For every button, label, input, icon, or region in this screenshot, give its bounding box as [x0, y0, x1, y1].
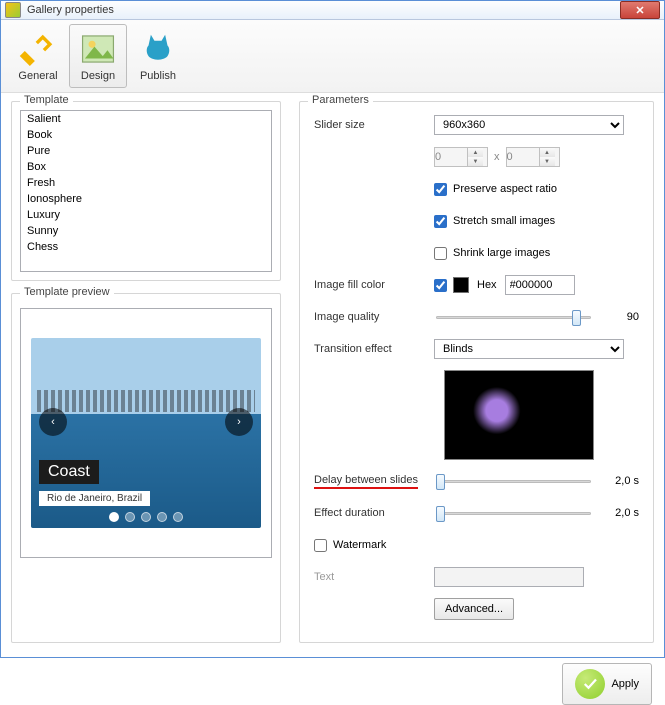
image-quality-slider[interactable] [434, 308, 593, 326]
preview-image: ‹ › Coast Rio de Janeiro, Brazil [31, 338, 261, 528]
tab-label: Design [81, 70, 115, 82]
fill-color-checkbox[interactable] [434, 279, 447, 292]
chevron-left-icon: ‹ [51, 416, 55, 428]
titlebar: Gallery properties ✕ [1, 1, 664, 20]
list-item[interactable]: Pure [21, 143, 271, 159]
tab-general[interactable]: General [9, 24, 67, 88]
image-quality-label: Image quality [314, 311, 434, 323]
template-listbox[interactable]: Salient Book Pure Box Fresh Ionosphere L… [20, 110, 272, 272]
hex-label: Hex [477, 279, 497, 291]
slider-thumb-icon[interactable] [436, 474, 445, 490]
wrench-icon [19, 30, 57, 68]
transition-effect-select[interactable]: Blinds [434, 339, 624, 359]
list-item[interactable]: Luxury [21, 207, 271, 223]
checkmark-icon [575, 669, 605, 699]
preview-group: Template preview ‹ › Coast Rio de Janeir… [11, 293, 281, 643]
template-preview: ‹ › Coast Rio de Janeiro, Brazil [20, 308, 272, 558]
close-icon: ✕ [635, 4, 644, 17]
chevron-up-icon[interactable]: ▲ [468, 148, 483, 157]
prev-arrow-button[interactable]: ‹ [39, 408, 67, 436]
height-input[interactable] [507, 148, 539, 166]
pager-dot[interactable] [157, 512, 167, 522]
pager-dot[interactable] [125, 512, 135, 522]
slider-size-select[interactable]: 960x360 [434, 115, 624, 135]
app-icon [5, 2, 21, 18]
transition-preview [444, 370, 594, 460]
watermark-label: Watermark [333, 539, 386, 551]
color-swatch[interactable] [453, 277, 469, 293]
apply-button[interactable]: Apply [562, 663, 652, 705]
list-item[interactable]: Book [21, 127, 271, 143]
duration-value: 2,0 s [605, 507, 639, 519]
transition-effect-label: Transition effect [314, 343, 434, 355]
chevron-down-icon[interactable]: ▼ [540, 157, 555, 166]
tab-publish[interactable]: Publish [129, 24, 187, 88]
image-quality-value: 90 [605, 311, 639, 323]
shrink-large-label: Shrink large images [453, 247, 550, 259]
chevron-up-icon[interactable]: ▲ [540, 148, 555, 157]
chevron-right-icon: › [237, 416, 241, 428]
window-title: Gallery properties [27, 4, 620, 16]
preview-caption: Coast [39, 460, 99, 484]
list-item[interactable]: Sunny [21, 223, 271, 239]
fill-color-label: Image fill color [314, 279, 434, 291]
pager-dot[interactable] [141, 512, 151, 522]
stretch-small-label: Stretch small images [453, 215, 555, 227]
chevron-down-icon[interactable]: ▼ [468, 157, 483, 166]
next-arrow-button[interactable]: › [225, 408, 253, 436]
slider-size-label: Slider size [314, 119, 434, 131]
preview-subcaption: Rio de Janeiro, Brazil [39, 491, 150, 506]
slider-thumb-icon[interactable] [572, 310, 581, 326]
hex-input[interactable] [505, 275, 575, 295]
watermark-checkbox[interactable] [314, 539, 327, 552]
list-item[interactable]: Chess [21, 239, 271, 255]
watermark-text-input[interactable] [434, 567, 584, 587]
preview-dots [31, 512, 261, 522]
close-button[interactable]: ✕ [620, 1, 660, 19]
tab-design[interactable]: Design [69, 24, 127, 88]
duration-label: Effect duration [314, 507, 434, 519]
tab-label: General [18, 70, 57, 82]
list-item[interactable]: Box [21, 159, 271, 175]
duration-slider[interactable] [434, 504, 593, 522]
pager-dot[interactable] [109, 512, 119, 522]
shrink-large-checkbox[interactable] [434, 247, 447, 260]
delay-slider[interactable] [434, 472, 593, 490]
tab-label: Publish [140, 70, 176, 82]
parameters-group: Parameters Slider size 960x360 [299, 101, 654, 643]
width-input[interactable] [435, 148, 467, 166]
cat-icon [139, 30, 177, 68]
text-label: Text [314, 571, 434, 583]
toolbar: General Design Publish [1, 20, 664, 93]
slider-thumb-icon[interactable] [436, 506, 445, 522]
list-item[interactable]: Salient [21, 111, 271, 127]
preview-group-label: Template preview [20, 286, 114, 298]
delay-label: Delay between slides [314, 474, 434, 489]
content-area: Template Salient Book Pure Box Fresh Ion… [1, 93, 664, 663]
delay-value: 2,0 s [605, 475, 639, 487]
template-group: Template Salient Book Pure Box Fresh Ion… [11, 101, 281, 281]
footer: Apply [1, 663, 664, 705]
advanced-button[interactable]: Advanced... [434, 598, 514, 620]
skyline-icon [31, 382, 261, 412]
stretch-small-checkbox[interactable] [434, 215, 447, 228]
size-separator: x [494, 151, 500, 163]
height-stepper[interactable]: ▲▼ [506, 147, 560, 167]
template-group-label: Template [20, 94, 73, 106]
preserve-aspect-checkbox[interactable] [434, 183, 447, 196]
list-item[interactable]: Fresh [21, 175, 271, 191]
list-item[interactable]: Ionosphere [21, 191, 271, 207]
parameters-group-label: Parameters [308, 94, 373, 106]
apply-label: Apply [611, 678, 639, 690]
pager-dot[interactable] [173, 512, 183, 522]
picture-icon [79, 30, 117, 68]
width-stepper[interactable]: ▲▼ [434, 147, 488, 167]
preserve-aspect-label: Preserve aspect ratio [453, 183, 557, 195]
gallery-properties-window: Gallery properties ✕ General Design Publ… [0, 0, 665, 658]
